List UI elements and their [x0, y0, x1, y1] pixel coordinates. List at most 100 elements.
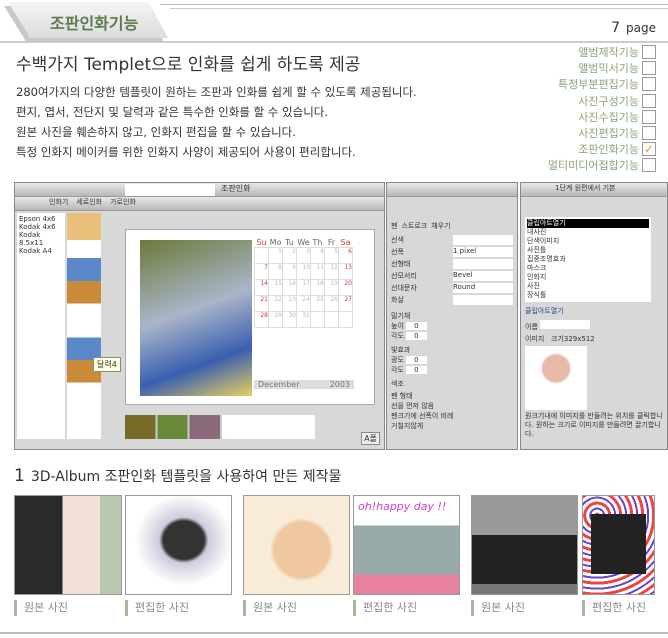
template-thumbnails[interactable] [67, 213, 101, 439]
field-label: 각도 [391, 366, 404, 374]
clipart-item[interactable]: 사진틀 [527, 246, 649, 255]
clipart-tools[interactable] [521, 197, 667, 217]
brightness-input[interactable]: 0 [406, 356, 427, 364]
feature-item[interactable]: 앨범믹서기능 [526, 60, 656, 76]
calendar-day: 12 [324, 263, 339, 280]
page-filmstrip[interactable] [125, 415, 315, 439]
radio-option[interactable]: 선을 먼저 않음 [391, 401, 513, 411]
feature-item[interactable]: 앨범제작기능 [526, 44, 656, 60]
calendar-year: 2003 [329, 380, 350, 389]
calendar-day: 18 [310, 279, 325, 296]
photo-caption: 편집한 사진 [353, 600, 417, 616]
field-label: 광도 [391, 356, 404, 364]
field-label: 선대문자 [391, 284, 417, 292]
calendar-day: 13 [338, 263, 353, 280]
feature-item[interactable]: 특정부분편집기능 [526, 76, 656, 92]
calendar-day: 5 [324, 247, 339, 264]
field-input[interactable]: 1 pixel [453, 247, 513, 257]
tree-item[interactable]: Epson 4x6 [19, 215, 63, 223]
overlay-text: oh!happy day !! [358, 500, 447, 513]
feature-item[interactable]: 멀티미디어접합기능 [526, 157, 656, 173]
calendar-day [310, 311, 325, 328]
calendar-day [324, 311, 339, 328]
clipart-item[interactable]: 집중조명효과 [527, 255, 649, 264]
calendar-day: 11 [310, 263, 325, 280]
radio-option[interactable]: 펜크기에 선폭이 비례 [391, 411, 513, 421]
clipart-item[interactable]: 사진 [527, 282, 649, 291]
emboss-group: 밀기채 높이 0 각도 0 [387, 309, 517, 343]
calendar-month: December [258, 380, 300, 389]
footer-rule [0, 632, 668, 634]
feature-item[interactable]: 사진구성기능 [526, 93, 656, 109]
shape-tools[interactable] [387, 197, 517, 221]
section-heading: 1 3D-Album 조판인화 템플릿을 사용하여 만든 제작물 [14, 466, 341, 486]
calendar-day: 7 [254, 263, 269, 280]
panel-toolbar [387, 183, 517, 197]
field-label: 선형태 [391, 260, 411, 268]
feature-item[interactable]: 사진편집기능 [526, 125, 656, 141]
tab-stroke[interactable]: 스트로크 [401, 221, 427, 231]
angle-input[interactable]: 0 [406, 366, 427, 374]
feature-checkbox[interactable] [642, 93, 656, 108]
feature-item[interactable]: 조판인화기능 ✓ [526, 141, 656, 157]
calendar-day: 28 [254, 311, 269, 328]
calendar-photo [140, 240, 252, 396]
clipart-item[interactable]: 클립아트열기 [527, 219, 649, 228]
tab-fill[interactable]: 채우기 [431, 221, 450, 231]
zoom-button[interactable]: A폴 [361, 432, 380, 445]
tab-pen[interactable]: 펜 [391, 221, 397, 231]
header-rule [170, 8, 668, 9]
weekday-header: Mo [269, 238, 282, 247]
name-input[interactable] [540, 320, 591, 329]
field-input[interactable]: Round [453, 283, 513, 293]
feature-checkbox[interactable] [642, 158, 656, 173]
feature-checkbox[interactable] [642, 109, 656, 124]
calendar-day: 27 [338, 295, 353, 312]
photo-edited: oh!happy day !! [353, 495, 460, 595]
portrait-option[interactable]: 세로인화 [76, 197, 102, 210]
field-input[interactable] [453, 295, 513, 305]
angle-input[interactable]: 0 [406, 332, 427, 340]
tree-item[interactable]: Kodak 4x6 [19, 223, 63, 231]
feature-checkbox[interactable] [642, 125, 656, 140]
radio-option[interactable]: 거칠지않게 [391, 421, 513, 431]
field-input[interactable] [453, 259, 513, 269]
clipart-item[interactable]: 내사진 [527, 228, 649, 237]
pen-field: 선색 [391, 235, 513, 245]
clipart-item[interactable]: 마스크 [527, 264, 649, 273]
field-input[interactable]: Bevel [453, 271, 513, 281]
weekday-header: Su [256, 238, 267, 247]
tree-item[interactable]: Kodak A4 [19, 247, 63, 255]
photo-edited [125, 495, 232, 595]
pen-field: 선모서리 Bevel [391, 271, 513, 281]
height-input[interactable]: 0 [406, 322, 427, 330]
calendar-day: 16 [282, 279, 297, 296]
canvas[interactable]: Su Mo Tu We Th Fr Sa 1 2 3 4 5 6 7 8 9 10 11 12 13 14 15 16 17 1… [125, 229, 375, 405]
weekday-header: Sa [340, 238, 351, 247]
clipart-item[interactable]: 장식틀 [527, 291, 649, 300]
feature-item[interactable]: 사진수집기능 [526, 109, 656, 125]
clipart-preview [525, 346, 587, 410]
calendar-day: 31 [296, 311, 311, 328]
calendar-day: 14 [254, 279, 269, 296]
calendar-day: 1 [268, 247, 283, 264]
pen-fields: 선색 선폭 1 pixel 선형태 선모서리 Bevel 선대문자 Round 화살 [387, 231, 517, 309]
clipart-item[interactable]: 단색이미지 [527, 237, 649, 246]
tree-item[interactable]: Kodak 8.5x11 [19, 231, 63, 247]
feature-checkbox[interactable]: ✓ [642, 142, 656, 157]
texture-label: 색조 [391, 380, 404, 388]
field-input[interactable] [453, 235, 513, 245]
page-number-value: 7 [611, 20, 621, 36]
feature-label: 사진수집기능 [578, 110, 639, 124]
clipart-item[interactable]: 인화지 [527, 273, 649, 282]
pen-tabs: 펜 스트로크 채우기 [387, 221, 517, 231]
pen-panel: 펜 스트로크 채우기 선색 선폭 1 pixel 선형태 선모서리 Bevel 선대문자 Roun… [386, 182, 518, 450]
feature-checkbox[interactable] [642, 77, 656, 92]
photo-original [471, 495, 578, 595]
weekday-header: Tu [285, 238, 294, 247]
printer-label: 인화기 [49, 198, 69, 206]
feature-checkbox[interactable] [642, 45, 656, 59]
feature-checkbox[interactable] [642, 61, 656, 76]
calendar-day: 20 [338, 279, 353, 296]
landscape-option[interactable]: 가로인화 [110, 197, 136, 210]
